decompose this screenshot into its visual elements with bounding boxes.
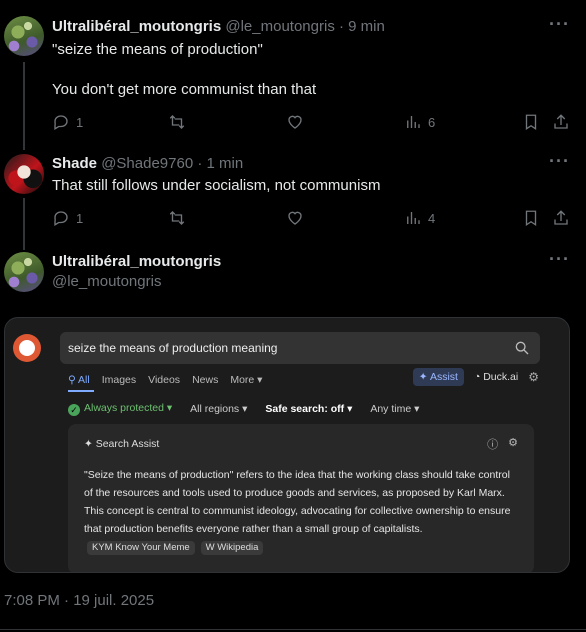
like-button[interactable] <box>286 208 304 228</box>
gear-icon: ⚙ <box>528 370 539 384</box>
retweet-button[interactable] <box>168 112 186 132</box>
tweet-actions: 1 4 <box>52 208 572 228</box>
share-icon <box>554 210 568 225</box>
duck-ai-link: ◔ Duck.ai <box>473 371 519 383</box>
search-input: seize the means of production meaning <box>60 332 540 364</box>
display-name[interactable]: Ultralibéral_moutongris <box>52 253 221 270</box>
bookmark-icon <box>525 114 537 131</box>
share-button[interactable] <box>552 112 570 132</box>
bookmark-icon <box>525 210 537 227</box>
time-filter: Any time ▾ <box>370 403 420 415</box>
safe-search-filter: Safe search: off ▾ <box>265 403 353 415</box>
search-icon <box>515 341 529 355</box>
search-assist-title: ✦ Search Assist <box>84 438 160 450</box>
user-handle[interactable]: @le_moutongris <box>52 273 161 290</box>
tweet-header: Ultralibéral_moutongris @le_moutongris ·… <box>52 18 385 35</box>
avatar[interactable] <box>4 154 44 194</box>
more-options-icon[interactable]: ··· <box>549 14 570 35</box>
tweet-time[interactable]: · 9 min <box>339 18 385 35</box>
reply-icon <box>54 211 68 226</box>
tab-more: More ▾ <box>230 374 263 386</box>
source-chip-wikipedia: W Wikipedia <box>200 541 264 555</box>
gear-icon: ⚙ <box>508 437 518 449</box>
reply-button[interactable]: 1 <box>52 112 83 132</box>
region-filter: All regions ▾ <box>190 403 248 415</box>
tab-images: Images <box>101 374 137 386</box>
views-button[interactable]: 4 <box>404 208 435 228</box>
search-assist-answer: "Seize the means of production" refers t… <box>84 469 511 555</box>
search-tabs: ⚲ All Images Videos News More ▾ <box>68 372 262 388</box>
tweet-text-line: That still follows under socialism, not … <box>52 177 381 194</box>
duckduckgo-logo-icon <box>13 334 41 362</box>
tweet-1[interactable]: Ultralibéral_moutongris @le_moutongris ·… <box>0 0 586 140</box>
reply-count: 1 <box>76 114 84 130</box>
assist-button: ✦ Assist <box>412 368 464 386</box>
reply-button[interactable]: 1 <box>52 208 83 228</box>
tab-all: ⚲ All <box>68 374 90 386</box>
views-icon <box>407 116 420 128</box>
info-icon: ⓘ <box>487 439 499 451</box>
check-icon: ✓ <box>68 404 80 416</box>
search-query: seize the means of production meaning <box>68 341 278 355</box>
retweet-button[interactable] <box>168 208 186 228</box>
display-name[interactable]: Shade <box>52 155 97 172</box>
more-options-icon[interactable]: ··· <box>549 249 570 270</box>
source-chip-know-your-meme: KYM Know Your Meme <box>87 541 195 555</box>
search-filters: ✓ Always protected ▾ All regions ▾ Safe s… <box>68 402 419 416</box>
tweet-2[interactable]: Shade @Shade9760 · 1 min ··· That still … <box>0 150 586 240</box>
tweet-text-line: You don't get more communist than that <box>52 81 317 98</box>
attached-image[interactable]: seize the means of production meaning ⚲ … <box>4 317 570 573</box>
retweet-icon <box>169 211 185 225</box>
tweet-text-line: "seize the means of production" <box>52 41 263 58</box>
tweet-timestamp[interactable]: 7:08 PM · 19 juil. 2025 <box>4 592 154 609</box>
share-icon <box>554 114 568 129</box>
reply-count: 1 <box>76 210 84 226</box>
views-count: 4 <box>428 210 436 226</box>
tweet-actions: 1 6 <box>52 112 572 132</box>
views-icon <box>407 212 420 224</box>
heart-icon <box>288 211 302 225</box>
heart-icon <box>288 115 302 129</box>
retweet-icon <box>169 115 185 129</box>
views-count: 6 <box>428 114 436 130</box>
user-handle[interactable]: @Shade9760 <box>101 155 193 172</box>
reply-icon <box>54 115 68 130</box>
protection-filter: ✓ Always protected ▾ <box>68 402 172 416</box>
bookmark-button[interactable] <box>522 112 540 132</box>
user-handle[interactable]: @le_moutongris <box>225 18 334 35</box>
more-options-icon[interactable]: ··· <box>549 151 570 172</box>
divider <box>0 629 586 630</box>
tab-news: News <box>192 374 219 386</box>
display-name[interactable]: Ultralibéral_moutongris <box>52 18 221 35</box>
assist-panel-icons: ⓘ ⚙ <box>487 436 518 452</box>
share-button[interactable] <box>552 208 570 228</box>
avatar[interactable] <box>4 16 44 56</box>
tweet-header: Ultralibéral_moutongris <box>52 253 221 270</box>
bookmark-button[interactable] <box>522 208 540 228</box>
search-assist-panel: ✦ Search Assist ⓘ ⚙ "Seize the means of … <box>68 424 534 572</box>
tweet-header: Shade @Shade9760 · 1 min <box>52 155 243 172</box>
tab-videos: Videos <box>148 374 181 386</box>
like-button[interactable] <box>286 112 304 132</box>
active-tab-indicator <box>68 390 94 392</box>
avatar[interactable] <box>4 252 44 292</box>
views-button[interactable]: 6 <box>404 112 435 132</box>
search-tools: ✦ Assist ◔ Duck.ai ⚙ <box>412 368 539 386</box>
tweet-time[interactable]: · 1 min <box>197 155 243 172</box>
